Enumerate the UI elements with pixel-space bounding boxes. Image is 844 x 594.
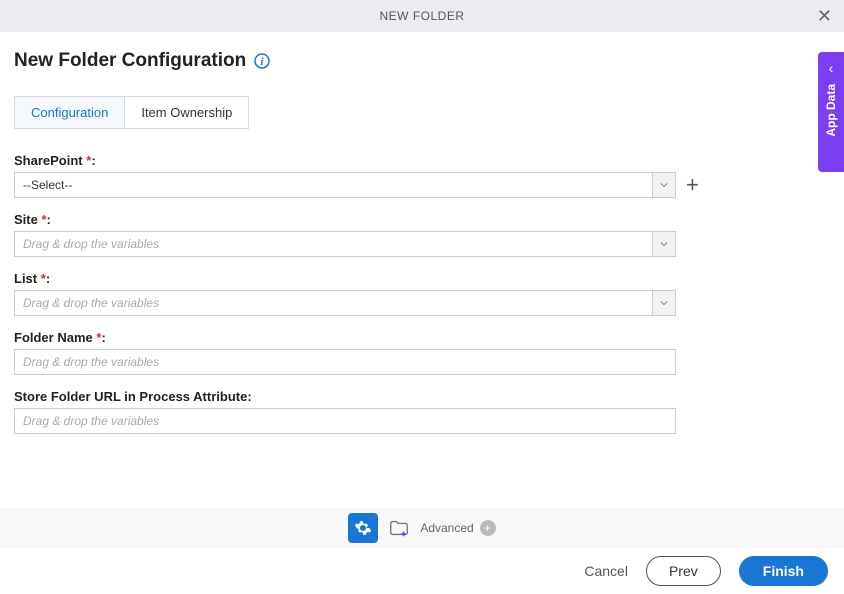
page-title: New Folder Configuration [14, 50, 246, 72]
svg-text:i: i [261, 56, 265, 68]
dialog-title: NEW FOLDER [379, 9, 464, 23]
toolbar: Advanced + [0, 508, 844, 548]
store-url-input[interactable] [14, 408, 676, 434]
dialog-header: NEW FOLDER ✕ [0, 0, 844, 32]
prev-button[interactable]: Prev [646, 556, 721, 586]
app-data-tab[interactable]: ‹ App Data [818, 52, 844, 172]
required-marker: * [86, 153, 91, 168]
dialog-body: New Folder Configuration i Configuration… [0, 32, 844, 434]
required-marker: * [41, 212, 46, 227]
cancel-button[interactable]: Cancel [584, 563, 628, 579]
list-input[interactable] [14, 290, 652, 316]
tab-bar: Configuration Item Ownership [14, 96, 249, 129]
field-site: Site *: [14, 212, 830, 257]
site-dropdown-icon[interactable] [652, 231, 676, 257]
app-data-label: App Data [824, 84, 838, 137]
finish-button[interactable]: Finish [739, 556, 828, 586]
field-sharepoint: SharePoint *: + [14, 153, 830, 198]
label-list: List *: [14, 271, 830, 286]
add-sharepoint-icon[interactable]: + [686, 174, 699, 196]
page-title-row: New Folder Configuration i [14, 50, 830, 72]
gear-icon[interactable] [348, 513, 378, 543]
plus-circle-icon: + [480, 520, 496, 536]
tab-configuration[interactable]: Configuration [15, 97, 125, 128]
advanced-toggle[interactable]: Advanced + [420, 520, 495, 536]
folder-name-input[interactable] [14, 349, 676, 375]
advanced-label: Advanced [420, 521, 473, 535]
field-folder-name: Folder Name *: [14, 330, 830, 375]
sharepoint-select[interactable] [14, 172, 652, 198]
label-store-url: Store Folder URL in Process Attribute: [14, 389, 830, 404]
info-icon[interactable]: i [254, 53, 270, 69]
required-marker: * [96, 330, 101, 345]
folder-plus-icon[interactable] [388, 517, 410, 539]
list-dropdown-icon[interactable] [652, 290, 676, 316]
chevron-left-icon: ‹ [829, 60, 834, 76]
label-sharepoint: SharePoint *: [14, 153, 830, 168]
site-input[interactable] [14, 231, 652, 257]
label-folder-name: Folder Name *: [14, 330, 830, 345]
close-icon[interactable]: ✕ [817, 7, 832, 25]
field-list: List *: [14, 271, 830, 316]
label-site: Site *: [14, 212, 830, 227]
required-marker: * [41, 271, 46, 286]
sharepoint-dropdown-icon[interactable] [652, 172, 676, 198]
field-store-url: Store Folder URL in Process Attribute: [14, 389, 830, 434]
footer: Cancel Prev Finish [0, 548, 844, 594]
tab-item-ownership[interactable]: Item Ownership [125, 97, 248, 128]
